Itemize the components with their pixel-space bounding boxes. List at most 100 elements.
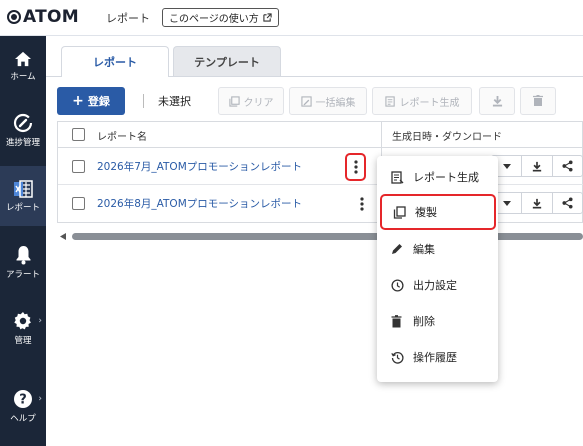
menu-item-label: 削除 [413, 315, 435, 328]
report-icon [14, 179, 33, 198]
sidebar-item-label: レポート [5, 202, 40, 213]
horizontal-scrollbar[interactable] [60, 233, 583, 240]
menu-item-output-settings[interactable]: 出力設定 [377, 267, 498, 303]
table-row[interactable]: 2026年8月_ATOMプロモーションレポート [58, 185, 583, 222]
chevron-down-icon [502, 163, 511, 169]
bulk-edit-icon [300, 95, 312, 107]
row-checkbox[interactable] [72, 197, 85, 210]
clear-label: クリア [243, 97, 274, 109]
clock-icon [391, 278, 404, 292]
row-actions [491, 155, 583, 177]
row-context-menu: レポート生成 複製 編集 出力設定 削除 操作履歴 [377, 156, 498, 382]
sidebar-item-help[interactable]: ? ヘルプ › [0, 376, 46, 436]
row-menu-button[interactable] [353, 192, 371, 216]
help-icon: ? [14, 389, 32, 408]
menu-item-duplicate[interactable]: 複製 [380, 194, 496, 230]
more-vertical-icon [353, 160, 358, 174]
logo-text: ATOM [23, 7, 80, 27]
download-icon [492, 95, 502, 107]
trash-icon [533, 95, 543, 106]
menu-item-label: 編集 [413, 243, 435, 256]
menu-item-label: 出力設定 [413, 279, 457, 292]
breadcrumb: レポート [106, 12, 150, 25]
menu-item-delete[interactable]: 削除 [377, 303, 498, 339]
sidebar-item-progress[interactable]: 進捗管理 [0, 100, 46, 160]
bulk-edit-label: 一括編集 [315, 97, 356, 109]
report-table: レポート名 生成日時・ダウンロード 2026年7月_ATOMプロモーションレポー… [57, 121, 583, 223]
chevron-right-icon: › [38, 394, 42, 404]
report-name-link[interactable]: 2026年7月_ATOMプロモーションレポート [97, 159, 302, 174]
bell-icon [16, 245, 30, 264]
trash-icon [391, 314, 402, 327]
table-header: レポート名 生成日時・ダウンロード [58, 122, 583, 148]
select-all-checkbox[interactable] [72, 128, 85, 141]
menu-item-label: 操作履歴 [413, 351, 457, 364]
copy-outline-icon [228, 95, 240, 107]
column-header-generated: 生成日時・ダウンロード [392, 132, 502, 143]
clear-button[interactable]: クリア [218, 87, 284, 115]
home-icon [15, 51, 31, 66]
selection-status: 未選択 [158, 95, 191, 108]
plus-icon: + [72, 93, 84, 109]
sidebar-item-admin[interactable]: 管理 › [0, 298, 46, 358]
pencil-icon [392, 244, 402, 254]
atom-logo[interactable]: ATOM [7, 7, 79, 27]
sidebar-item-home[interactable]: ホーム [0, 36, 46, 96]
sidebar-item-label: アラート [5, 269, 40, 280]
download-icon [532, 198, 542, 208]
share-icon [562, 197, 573, 209]
gear-icon [14, 311, 31, 329]
register-button[interactable]: + 登録 [57, 87, 125, 115]
report-name-link[interactable]: 2026年8月_ATOMプロモーションレポート [97, 196, 302, 211]
download-button[interactable] [479, 87, 515, 115]
column-header-report-name: レポート名 [97, 132, 147, 143]
sidebar-item-label: 進捗管理 [5, 137, 40, 148]
progress-icon [13, 113, 33, 132]
sidebar-item-label: 管理 [14, 335, 32, 346]
toolbar-divider [143, 94, 144, 108]
menu-item-history[interactable]: 操作履歴 [377, 339, 498, 375]
scrollbar-thumb[interactable] [72, 233, 583, 240]
sidebar-item-label: ホーム [10, 71, 36, 82]
row-download-button[interactable] [521, 193, 551, 213]
sidebar: ホーム 進捗管理 レポート アラート 管理 › ? ヘルプ › [0, 36, 46, 446]
share-icon [562, 160, 573, 172]
page-guide-button[interactable]: このページの使い方 [162, 8, 279, 27]
tab-report[interactable]: レポート [61, 46, 169, 77]
table-row[interactable]: 2026年7月_ATOMプロモーションレポート [58, 148, 583, 185]
report-generate-icon [384, 95, 395, 107]
row-menu-button[interactable] [345, 153, 366, 181]
generate-report-button[interactable]: レポート生成 [372, 87, 472, 115]
menu-item-edit[interactable]: 編集 [377, 231, 498, 267]
row-share-button[interactable] [551, 193, 582, 213]
menu-item-label: 複製 [415, 206, 437, 219]
sidebar-item-label: ヘルプ [10, 413, 36, 424]
bulk-edit-button[interactable]: 一括編集 [289, 87, 367, 115]
row-checkbox[interactable] [72, 160, 85, 173]
chevron-down-icon [502, 200, 511, 206]
copy-icon [393, 205, 406, 219]
report-generate-icon [391, 170, 404, 184]
page-guide-label: このページの使い方 [169, 14, 259, 25]
sidebar-item-alert[interactable]: アラート [0, 232, 46, 292]
tab-template[interactable]: テンプレート [173, 46, 281, 76]
external-link-icon [263, 13, 272, 22]
sidebar-item-report[interactable]: レポート [0, 166, 46, 226]
top-bar: ATOM レポート このページの使い方 [0, 0, 583, 36]
delete-button[interactable] [520, 87, 556, 115]
register-label: 登録 [87, 95, 110, 108]
scroll-left-icon [60, 233, 66, 240]
history-icon [391, 351, 404, 364]
svg-text:?: ? [19, 392, 27, 407]
download-icon [532, 161, 542, 171]
menu-item-label: レポート生成 [413, 171, 479, 184]
main-content: レポート テンプレート + 登録 未選択 クリア 一括編集 レポート生成 レポー… [46, 36, 583, 446]
row-share-button[interactable] [551, 156, 582, 176]
chevron-right-icon: › [38, 316, 42, 326]
row-actions [491, 192, 583, 214]
row-download-button[interactable] [521, 156, 551, 176]
menu-item-generate-report[interactable]: レポート生成 [377, 159, 498, 195]
generate-report-label: レポート生成 [399, 97, 460, 109]
more-vertical-icon [360, 197, 364, 211]
logo-mark-icon [7, 10, 21, 24]
